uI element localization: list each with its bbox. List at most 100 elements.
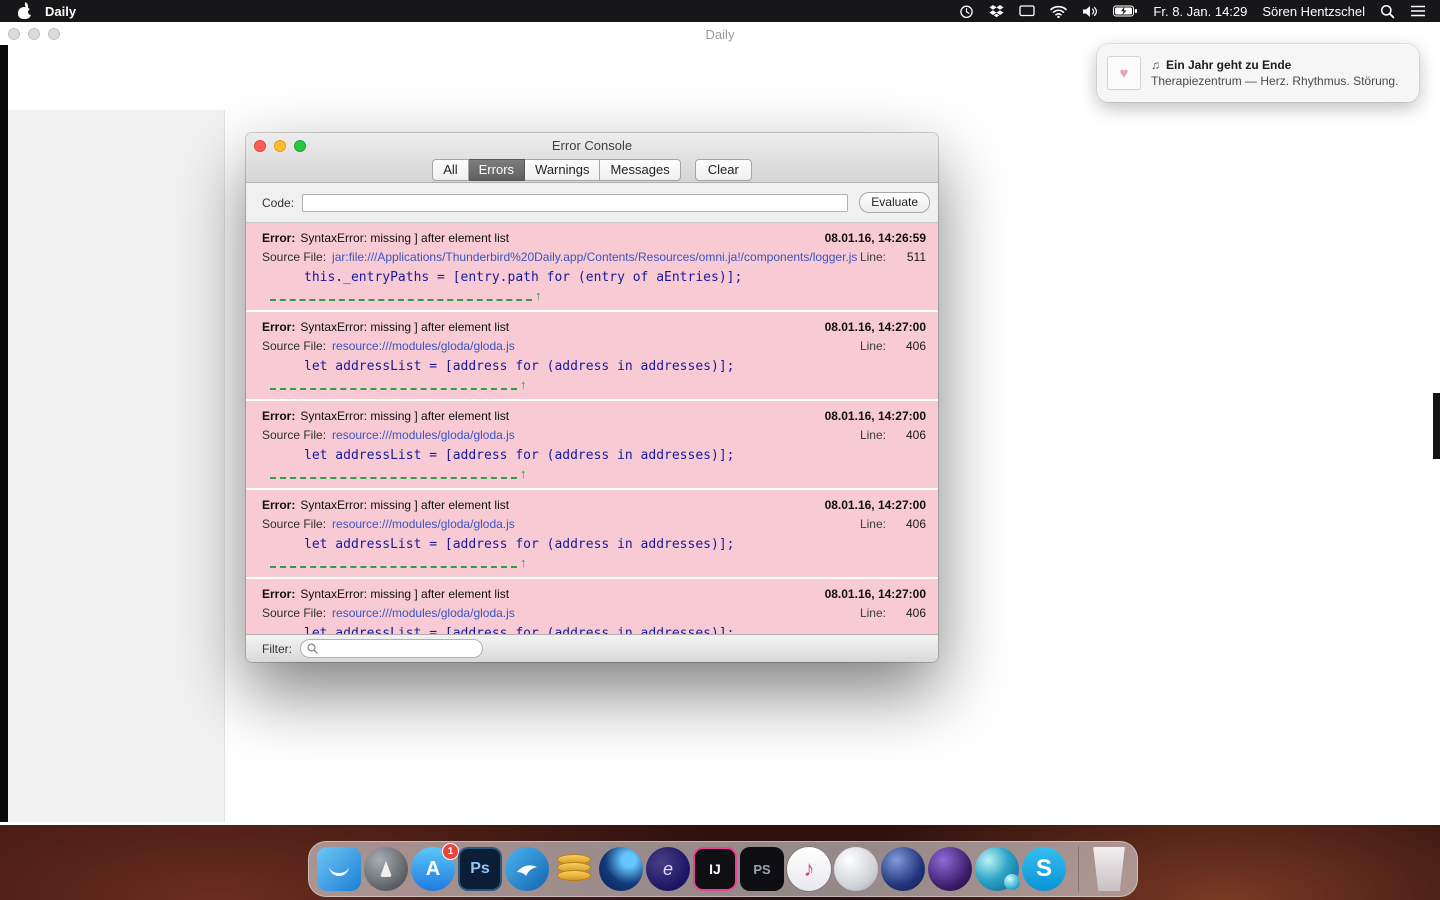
evaluate-button[interactable]: Evaluate: [859, 192, 930, 213]
error-label: Error:: [262, 409, 295, 423]
error-message: SyntaxError: missing ] after element lis…: [300, 498, 509, 512]
launchpad-icon[interactable]: [364, 847, 408, 891]
line-number: 406: [886, 606, 926, 620]
error-code-snippet: this._entryPaths = [entry.path for (entr…: [246, 264, 938, 285]
error-entry[interactable]: Error: SyntaxError: missing ] after elem…: [246, 579, 938, 634]
tab-errors[interactable]: Errors: [469, 159, 525, 181]
error-entry[interactable]: Error: SyntaxError: missing ] after elem…: [246, 401, 938, 488]
tab-messages[interactable]: Messages: [600, 159, 680, 181]
caret-dash-line: [270, 472, 517, 479]
source-file-link[interactable]: jar:file:///Applications/Thunderbird%20D…: [332, 250, 857, 264]
error-message: SyntaxError: missing ] after element lis…: [300, 231, 509, 245]
filter-label: Filter:: [262, 642, 292, 656]
source-file-label: Source File:: [262, 250, 326, 264]
notification-center-icon[interactable]: [1410, 5, 1426, 17]
purple-sphere-icon[interactable]: [928, 847, 972, 891]
wifi-icon[interactable]: [1050, 5, 1067, 18]
menu-bar-user[interactable]: Sören Hentzschel: [1262, 4, 1365, 19]
code-input[interactable]: [302, 194, 848, 212]
apple-menu-icon[interactable]: [18, 3, 31, 19]
app-store-icon[interactable]: A 1: [411, 847, 455, 891]
background-window-scroll-mark: [1433, 393, 1440, 459]
error-timestamp: 08.01.16, 14:27:00: [825, 587, 926, 601]
menu-bar-clock[interactable]: Fr. 8. Jan. 14:29: [1153, 4, 1247, 19]
filter-search-field[interactable]: [300, 639, 483, 658]
window-controls: [254, 140, 306, 152]
filter-input[interactable]: [322, 642, 462, 656]
trash-icon[interactable]: [1091, 847, 1127, 891]
error-entry[interactable]: Error: SyntaxError: missing ] after elem…: [246, 490, 938, 577]
line-number: 406: [886, 339, 926, 353]
error-timestamp: 08.01.16, 14:27:00: [825, 498, 926, 512]
source-file-label: Source File:: [262, 339, 326, 353]
finder-icon[interactable]: [317, 847, 361, 891]
console-tab-bar: All Errors Warnings Messages Clear: [246, 158, 938, 182]
zoom-button[interactable]: [294, 140, 306, 152]
tab-warnings[interactable]: Warnings: [525, 159, 600, 181]
clear-button[interactable]: Clear: [695, 159, 752, 181]
line-label: Line:: [860, 428, 886, 442]
time-machine-icon[interactable]: [959, 4, 974, 19]
line-label: Line:: [860, 606, 886, 620]
error-message: SyntaxError: missing ] after element lis…: [300, 587, 509, 601]
code-label: Code:: [262, 196, 294, 210]
caret-arrow-icon: ↑: [520, 557, 527, 568]
spotlight-icon[interactable]: [1380, 4, 1395, 19]
menu-bar-app-name[interactable]: Daily: [45, 4, 76, 19]
tab-all[interactable]: All: [432, 159, 468, 181]
error-console-window: Error Console All Errors Warnings Messag…: [246, 133, 938, 662]
skype-icon[interactable]: S: [1022, 847, 1066, 891]
menu-bar: Daily Fr. 8. Jan. 14:29 Sören Hentzschel: [0, 0, 1440, 22]
caret-dash-line: [270, 561, 517, 568]
app-store-badge: 1: [442, 843, 459, 860]
error-message: SyntaxError: missing ] after element lis…: [300, 320, 509, 334]
source-file-link[interactable]: resource:///modules/gloda/gloda.js: [332, 428, 515, 442]
caret-arrow-icon: ↑: [520, 379, 527, 390]
notification-subtitle: Therapiezentrum — Herz. Rhythmus. Störun…: [1151, 74, 1398, 88]
photoshop-icon[interactable]: Ps: [458, 847, 502, 891]
notification-title: Ein Jahr geht zu Ende: [1166, 58, 1291, 72]
source-file-link[interactable]: resource:///modules/gloda/gloda.js: [332, 339, 515, 353]
database-icon[interactable]: [552, 847, 596, 891]
intellij-idea-icon[interactable]: IJ: [693, 847, 737, 891]
minimize-button[interactable]: [274, 140, 286, 152]
source-file-label: Source File:: [262, 428, 326, 442]
filter-bar: Filter:: [246, 634, 938, 662]
firefox-nightly-icon[interactable]: [599, 847, 643, 891]
error-entry[interactable]: Error: SyntaxError: missing ] after elem…: [246, 312, 938, 399]
dropbox-icon[interactable]: [989, 4, 1004, 18]
source-file-label: Source File:: [262, 517, 326, 531]
photoshop-dark-icon[interactable]: PS: [740, 847, 784, 891]
source-file-label: Source File:: [262, 606, 326, 620]
display-icon[interactable]: [1019, 5, 1035, 18]
error-label: Error:: [262, 231, 295, 245]
caret-arrow-icon: ↑: [520, 468, 527, 479]
error-entry[interactable]: Error: SyntaxError: missing ] after elem…: [246, 223, 938, 310]
notification-banner[interactable]: ♥ ♫ Ein Jahr geht zu Ende Therapiezentru…: [1097, 44, 1419, 102]
thunderbird-icon[interactable]: [505, 847, 549, 891]
source-file-link[interactable]: resource:///modules/gloda/gloda.js: [332, 606, 515, 620]
line-number: 406: [886, 428, 926, 442]
eclipse-icon[interactable]: e: [646, 847, 690, 891]
caret-dash-line: [270, 383, 517, 390]
white-sphere-icon[interactable]: [834, 847, 878, 891]
caret-arrow-icon: ↑: [535, 290, 542, 301]
source-file-link[interactable]: resource:///modules/gloda/gloda.js: [332, 517, 515, 531]
search-icon: [307, 643, 318, 654]
battery-charging-icon[interactable]: [1113, 5, 1138, 17]
error-list[interactable]: Error: SyntaxError: missing ] after elem…: [246, 223, 938, 634]
dock: A 1 Ps e IJ PS ♪ S: [308, 841, 1138, 897]
error-timestamp: 08.01.16, 14:26:59: [825, 231, 926, 245]
line-label: Line:: [860, 339, 886, 353]
code-entry-row: Code: Evaluate: [246, 183, 938, 223]
teal-orb-icon[interactable]: [975, 847, 1019, 891]
volume-icon[interactable]: [1082, 5, 1098, 18]
error-timestamp: 08.01.16, 14:27:00: [825, 409, 926, 423]
error-code-snippet: let addressList = [address for (address …: [246, 353, 938, 374]
window-titlebar[interactable]: Error Console All Errors Warnings Messag…: [246, 133, 938, 183]
close-button[interactable]: [254, 140, 266, 152]
blue-marble-icon[interactable]: [881, 847, 925, 891]
itunes-icon[interactable]: ♪: [787, 847, 831, 891]
error-label: Error:: [262, 498, 295, 512]
line-label: Line:: [860, 250, 886, 264]
